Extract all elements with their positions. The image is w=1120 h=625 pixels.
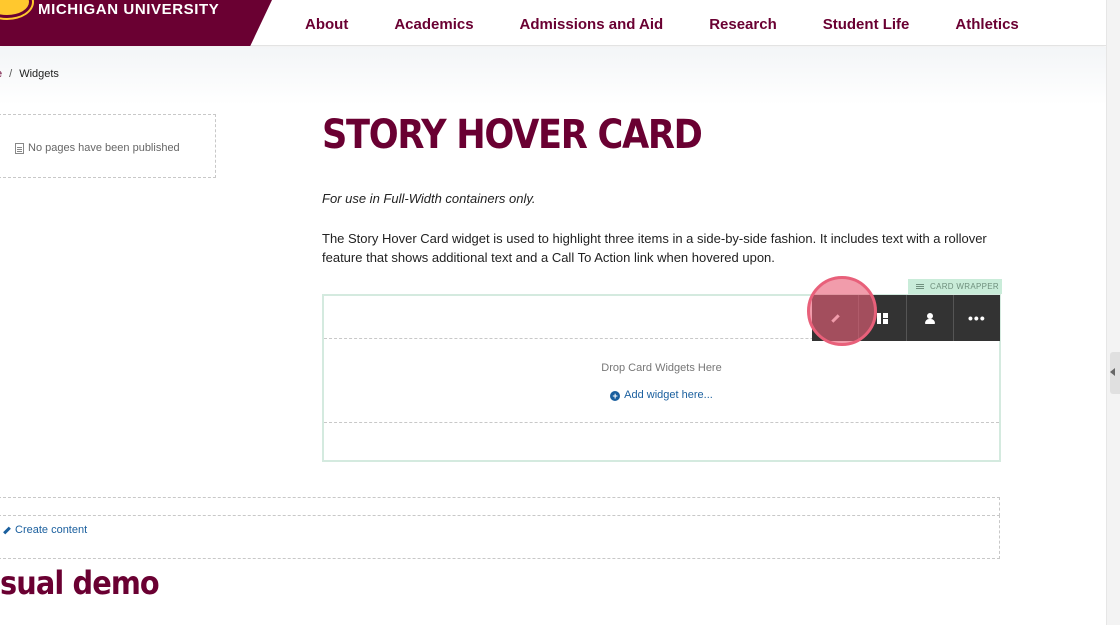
nav-about[interactable]: About [282,0,371,46]
nav-student-life[interactable]: Student Life [800,0,933,46]
pencil-icon [3,526,11,534]
add-widget-label: Add widget here... [624,389,713,401]
page-title: STORY HOVER CARD [322,112,703,158]
drag-handle-icon[interactable] [916,286,924,287]
brand-name: MICHIGAN UNIVERSITY [38,1,220,18]
nav-admissions-and-aid[interactable]: Admissions and Aid [497,0,687,46]
page-subtitle: For use in Full-Width containers only. [322,191,536,206]
card-wrapper-label-text: CARD WRAPPER [930,282,999,291]
section-heading: sual demo [0,564,160,602]
brand-banner[interactable]: MICHIGAN UNIVERSITY [0,0,272,46]
card-wrapper-label[interactable]: CARD WRAPPER [908,279,1002,294]
breadcrumb: e / Widgets [0,68,59,80]
page-description: The Story Hover Card widget is used to h… [322,231,987,265]
add-widget-link[interactable]: + Add widget here... [324,389,999,401]
breadcrumb-current: Widgets [19,68,59,80]
empty-pages-text: No pages have been published [28,142,180,154]
university-logo [0,0,32,18]
drop-zone-text: Drop Card Widgets Here [601,362,722,374]
nav-athletics[interactable]: Athletics [932,0,1041,46]
create-content-link[interactable]: Create content [3,524,87,536]
breadcrumb-home[interactable]: e [0,68,2,80]
side-drawer-strip [1106,0,1120,625]
breadcrumb-separator: / [9,68,13,80]
create-content-region-top [0,497,1000,516]
more-icon: ••• [968,310,986,326]
sidebar-pages-list: No pages have been published [0,114,216,178]
user-icon [924,312,935,324]
empty-pages-message: No pages have been published [15,142,180,154]
document-icon [15,142,24,154]
breadcrumb-band [0,47,1106,105]
chevron-left-icon[interactable] [1110,368,1115,376]
permissions-button[interactable] [907,295,954,341]
layout-button[interactable] [859,295,907,341]
create-content-region: Create content [0,515,1000,559]
create-content-label: Create content [15,524,88,536]
widget-toolbar: ••• [812,295,1000,341]
pencil-icon [830,313,840,323]
drop-zone[interactable]: Drop Card Widgets Here + Add widget here.… [324,338,999,423]
more-button[interactable]: ••• [954,295,1000,341]
site-header: MICHIGAN UNIVERSITY About Academics Admi… [0,0,1106,46]
plus-circle-icon: + [610,391,621,401]
nav-academics[interactable]: Academics [371,0,496,46]
main-nav: About Academics Admissions and Aid Resea… [282,0,1042,46]
layout-icon [876,312,888,324]
nav-research[interactable]: Research [686,0,800,46]
edit-button[interactable] [812,295,860,341]
